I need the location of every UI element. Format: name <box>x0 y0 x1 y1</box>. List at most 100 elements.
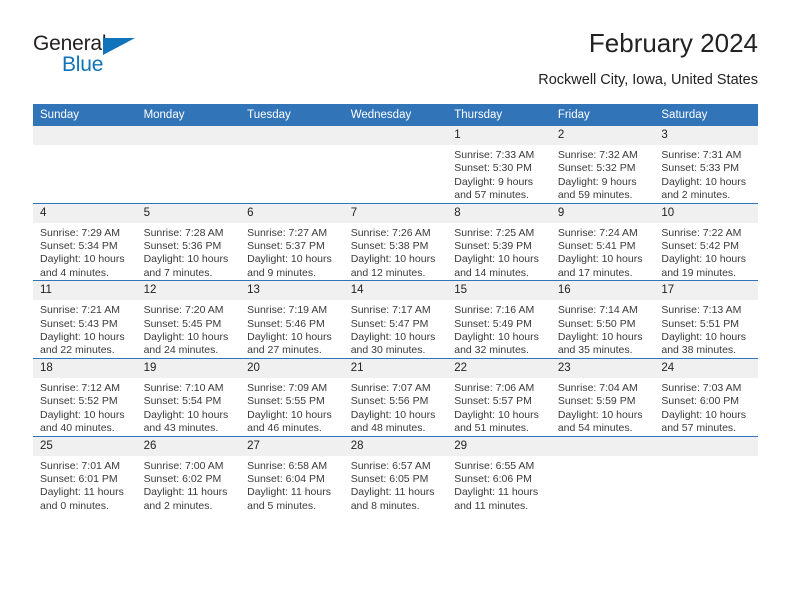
day-sun-info <box>551 456 655 460</box>
day-sun-info: Sunrise: 7:14 AM Sunset: 5:50 PM Daylight:… <box>551 300 655 358</box>
calendar-day-cell[interactable]: 6 Sunrise: 7:27 AM Sunset: 5:37 PM Daylight… <box>240 202 344 281</box>
calendar-day-cell[interactable]: 20 Sunrise: 7:09 AM Sunset: 5:55 PM Dayligh… <box>240 357 344 436</box>
day-number: 7 <box>343 203 448 223</box>
sunrise-text: Sunrise: 7:31 AM <box>661 149 742 161</box>
calendar-empty-cell <box>654 435 758 514</box>
logo-triangle-icon <box>103 38 135 55</box>
weekday-header-saturday: Saturday <box>654 104 758 126</box>
calendar-empty-cell <box>343 126 448 204</box>
day-sun-info <box>344 145 448 149</box>
sunrise-text: Sunrise: 7:32 AM <box>557 149 638 161</box>
day-sun-info: Sunrise: 7:31 AM Sunset: 5:33 PM Daylight:… <box>654 145 758 203</box>
day-sun-info: Sunrise: 7:27 AM Sunset: 5:37 PM Daylight:… <box>240 223 344 281</box>
weekday-header-tuesday: Tuesday <box>240 104 344 126</box>
calendar-day-cell[interactable]: 25 Sunrise: 7:01 AM Sunset: 6:01 PM Dayligh… <box>33 435 137 514</box>
day-sun-info: Sunrise: 7:26 AM Sunset: 5:38 PM Daylight:… <box>344 223 448 281</box>
calendar-day-cell[interactable]: 22 Sunrise: 7:06 AM Sunset: 5:57 PM Dayligh… <box>447 357 551 436</box>
day-number <box>550 436 655 456</box>
daylight-text: Daylight: 10 hours and 22 minutes. <box>40 331 125 357</box>
calendar-week-row: 4 Sunrise: 7:29 AM Sunset: 5:34 PM Daylight… <box>33 202 758 281</box>
calendar-day-cell[interactable]: 15 Sunrise: 7:16 AM Sunset: 5:49 PM Dayligh… <box>447 280 551 359</box>
calendar-week-row: 18 Sunrise: 7:12 AM Sunset: 5:52 PM Dayligh… <box>33 357 758 436</box>
calendar-day-cell[interactable]: 7 Sunrise: 7:26 AM Sunset: 5:38 PM Daylight… <box>343 202 448 281</box>
calendar-day-cell[interactable]: 3 Sunrise: 7:31 AM Sunset: 5:33 PM Daylight… <box>654 126 758 204</box>
calendar-day-cell[interactable]: 17 Sunrise: 7:13 AM Sunset: 5:51 PM Dayligh… <box>654 280 758 359</box>
sunrise-text: Sunrise: 7:21 AM <box>40 304 120 317</box>
sunset-text: Sunset: 6:05 PM <box>350 472 429 485</box>
sunset-text: Sunset: 5:54 PM <box>143 395 222 408</box>
calendar-day-cell[interactable]: 12 Sunrise: 7:20 AM Sunset: 5:45 PM Dayligh… <box>136 280 241 359</box>
daylight-text: Daylight: 10 hours and 30 minutes. <box>350 331 436 357</box>
general-blue-logo[interactable]: General Blue <box>33 32 153 88</box>
calendar-day-cell[interactable]: 4 Sunrise: 7:29 AM Sunset: 5:34 PM Daylight… <box>33 202 137 281</box>
calendar-day-cell[interactable]: 2 Sunrise: 7:32 AM Sunset: 5:32 PM Daylight… <box>550 126 655 204</box>
calendar-day-cell[interactable]: 23 Sunrise: 7:04 AM Sunset: 5:59 PM Dayligh… <box>550 357 655 436</box>
sunrise-sunset-calendar: Sunday Monday Tuesday Wednesday Thursday Frid… <box>33 104 758 514</box>
daylight-text: Daylight: 10 hours and 54 minutes. <box>557 408 643 435</box>
day-number: 14 <box>343 281 448 301</box>
calendar-day-cell[interactable]: 24 Sunrise: 7:03 AM Sunset: 6:00 PM Dayligh… <box>654 357 758 436</box>
daylight-text: Daylight: 10 hours and 7 minutes. <box>143 253 229 279</box>
calendar-day-cell[interactable]: 29 Sunrise: 6:55 AM Sunset: 6:06 PM Dayligh… <box>447 435 551 514</box>
weekday-header-thursday: Thursday <box>447 104 551 126</box>
daylight-text: Daylight: 10 hours and 4 minutes. <box>40 253 125 279</box>
calendar-day-cell[interactable]: 16 Sunrise: 7:14 AM Sunset: 5:50 PM Dayligh… <box>550 280 655 359</box>
sunset-text: Sunset: 5:34 PM <box>40 240 118 253</box>
day-number: 6 <box>240 203 344 223</box>
calendar-day-cell[interactable]: 11 Sunrise: 7:21 AM Sunset: 5:43 PM Dayligh… <box>33 280 137 359</box>
calendar-day-cell[interactable]: 10 Sunrise: 7:22 AM Sunset: 5:42 PM Dayligh… <box>654 202 758 281</box>
sunrise-text: Sunrise: 7:28 AM <box>143 226 224 239</box>
day-sun-info: Sunrise: 7:06 AM Sunset: 5:57 PM Daylight:… <box>447 378 551 436</box>
sunset-text: Sunset: 6:06 PM <box>454 472 532 485</box>
calendar-week-row: 11 Sunrise: 7:21 AM Sunset: 5:43 PM Dayligh… <box>33 280 758 359</box>
daylight-text: Daylight: 10 hours and 48 minutes. <box>350 408 436 435</box>
calendar-day-cell[interactable]: 19 Sunrise: 7:10 AM Sunset: 5:54 PM Dayligh… <box>136 357 241 436</box>
daylight-text: Daylight: 9 hours and 57 minutes. <box>454 175 534 202</box>
daylight-text: Daylight: 10 hours and 46 minutes. <box>247 408 332 435</box>
day-sun-info: Sunrise: 6:55 AM Sunset: 6:06 PM Daylight:… <box>447 456 551 514</box>
sunset-text: Sunset: 5:52 PM <box>40 395 118 408</box>
day-number: 8 <box>447 203 551 223</box>
sunset-text: Sunset: 5:49 PM <box>454 317 532 330</box>
calendar-day-cell[interactable]: 21 Sunrise: 7:07 AM Sunset: 5:56 PM Dayligh… <box>343 357 448 436</box>
sunrise-text: Sunrise: 7:26 AM <box>350 226 431 239</box>
daylight-text: Daylight: 10 hours and 32 minutes. <box>454 331 539 357</box>
day-number <box>33 126 137 145</box>
calendar-day-cell[interactable]: 18 Sunrise: 7:12 AM Sunset: 5:52 PM Dayligh… <box>33 357 137 436</box>
day-number <box>240 126 344 145</box>
sunrise-text: Sunrise: 7:22 AM <box>661 226 742 239</box>
day-number <box>654 436 758 456</box>
day-sun-info: Sunrise: 7:25 AM Sunset: 5:39 PM Daylight:… <box>447 223 551 281</box>
sunrise-text: Sunrise: 7:16 AM <box>454 304 535 317</box>
calendar-day-cell[interactable]: 14 Sunrise: 7:17 AM Sunset: 5:47 PM Dayligh… <box>343 280 448 359</box>
day-sun-info <box>137 145 241 149</box>
calendar-day-cell[interactable]: 27 Sunrise: 6:58 AM Sunset: 6:04 PM Dayligh… <box>240 435 344 514</box>
calendar-day-cell[interactable]: 1 Sunrise: 7:33 AM Sunset: 5:30 PM Daylight… <box>447 126 551 204</box>
day-number: 15 <box>447 281 551 301</box>
calendar-day-cell[interactable]: 9 Sunrise: 7:24 AM Sunset: 5:41 PM Daylight… <box>550 202 655 281</box>
day-sun-info <box>654 456 758 460</box>
calendar-day-cell[interactable]: 13 Sunrise: 7:19 AM Sunset: 5:46 PM Dayligh… <box>240 280 344 359</box>
calendar-day-cell[interactable]: 28 Sunrise: 6:57 AM Sunset: 6:05 PM Dayligh… <box>343 435 448 514</box>
daylight-text: Daylight: 11 hours and 5 minutes. <box>247 486 331 512</box>
day-number: 22 <box>447 358 551 378</box>
day-number: 24 <box>654 358 758 378</box>
calendar-day-cell[interactable]: 26 Sunrise: 7:00 AM Sunset: 6:02 PM Dayligh… <box>136 435 241 514</box>
calendar-header-row: Sunday Monday Tuesday Wednesday Thursday Frid… <box>33 104 758 126</box>
sunrise-text: Sunrise: 7:25 AM <box>454 226 535 239</box>
day-number: 4 <box>33 203 137 223</box>
day-sun-info <box>33 145 137 149</box>
daylight-text: Daylight: 10 hours and 17 minutes. <box>557 253 643 279</box>
sunrise-text: Sunrise: 7:27 AM <box>247 226 328 239</box>
daylight-text: Daylight: 10 hours and 38 minutes. <box>661 331 747 357</box>
day-number: 5 <box>136 203 241 223</box>
sunrise-text: Sunrise: 7:03 AM <box>661 381 742 394</box>
calendar-day-cell[interactable]: 5 Sunrise: 7:28 AM Sunset: 5:36 PM Daylight… <box>136 202 241 281</box>
day-sun-info: Sunrise: 7:22 AM Sunset: 5:42 PM Daylight:… <box>654 223 758 281</box>
daylight-text: Daylight: 11 hours and 2 minutes. <box>143 486 228 512</box>
sunrise-text: Sunrise: 7:09 AM <box>247 381 328 394</box>
calendar-day-cell[interactable]: 8 Sunrise: 7:25 AM Sunset: 5:39 PM Daylight… <box>447 202 551 281</box>
daylight-text: Daylight: 9 hours and 59 minutes. <box>557 175 637 202</box>
sunset-text: Sunset: 5:51 PM <box>661 317 740 330</box>
daylight-text: Daylight: 10 hours and 14 minutes. <box>454 253 539 279</box>
